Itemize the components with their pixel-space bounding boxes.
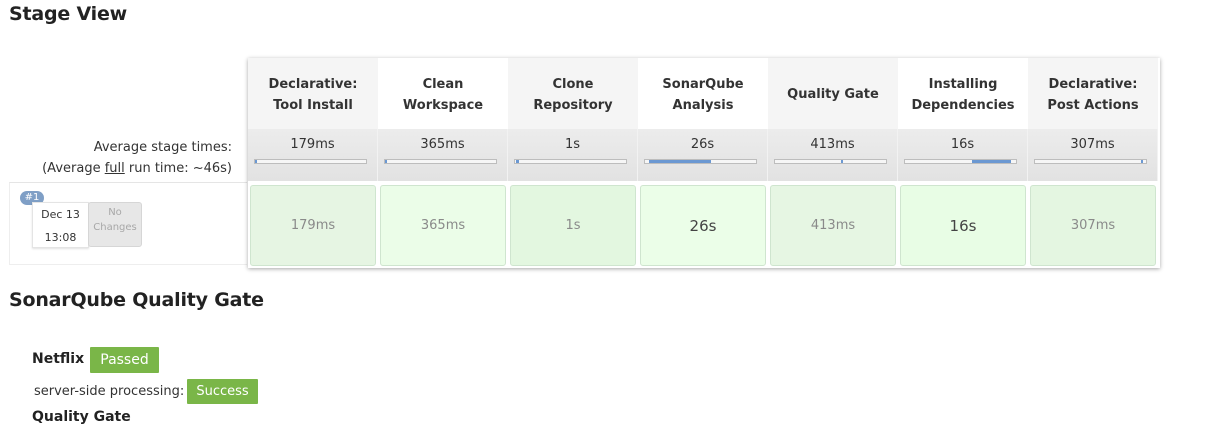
progress-bar [514, 159, 627, 164]
avg-time: 1s [564, 137, 581, 152]
progress-bar [1034, 159, 1147, 164]
stage-result-tool-install[interactable]: 179ms [250, 185, 376, 266]
stage-result-clean-workspace[interactable]: 365ms [380, 185, 506, 266]
build-time: 13:08 [44, 231, 77, 244]
avg-cell-post-actions: 307ms [1028, 129, 1158, 181]
stage-name-line2: Workspace [402, 97, 484, 113]
stage-result-quality-gate[interactable]: 413ms [770, 185, 896, 266]
stage-name-line1: SonarQube [662, 76, 744, 92]
quality-gate-status-badge[interactable]: Passed [90, 347, 159, 373]
stage-header-clean-workspace: Clean Workspace [378, 58, 508, 129]
progress-bar-fill [385, 160, 388, 163]
progress-bar-fill [516, 160, 519, 163]
changes-text-line1: No [108, 207, 122, 218]
avg-cell-clean-workspace: 365ms [378, 129, 508, 181]
average-stage-times-text: Average stage times: [93, 140, 232, 155]
average-run-time-text: (Average full run time: ~46s) [42, 158, 232, 179]
avg-cell-quality-gate: 413ms [768, 129, 898, 181]
build-stages-row: 179ms 365ms 1s 26s 413ms 16s 307ms [248, 183, 1158, 266]
stage-header-post-actions: Declarative: Post Actions [1028, 58, 1158, 129]
no-changes-box[interactable]: No Changes [88, 202, 142, 247]
changes-text-line2: Changes [93, 222, 137, 233]
stage-view-title: Stage View [9, 3, 128, 25]
stage-result-sonarqube-analysis[interactable]: 26s [640, 185, 766, 266]
avg-cell-clone-repository: 1s [508, 129, 638, 181]
stage-name-line1: Installing [928, 76, 998, 92]
progress-bar [254, 159, 367, 164]
stage-result-clone-repository[interactable]: 1s [510, 185, 636, 266]
progress-bar-fill [255, 160, 257, 163]
avg-cell-tool-install: 179ms [248, 129, 378, 181]
sonar-project-name: Netflix [32, 351, 85, 367]
build-date: Dec 13 [41, 208, 80, 221]
stage-name-line1: Quality Gate [787, 87, 879, 102]
full-run-time-link[interactable]: full [105, 161, 125, 176]
stage-name-line1: Declarative: [268, 76, 358, 92]
server-side-processing-label: server-side processing: [34, 384, 185, 399]
stage-name-line2: Dependencies [911, 97, 1015, 113]
avg-time: 16s [950, 137, 975, 152]
progress-bar-fill [972, 160, 1012, 163]
stage-result-installing-dependencies[interactable]: 16s [900, 185, 1026, 266]
progress-bar [644, 159, 757, 164]
stage-name-line2: Repository [533, 97, 613, 113]
build-history-row[interactable]: #1 Dec 13 13:08 No Changes [9, 182, 247, 265]
stage-view-table: Declarative: Tool Install Clean Workspace … [248, 58, 1160, 268]
average-times-label: Average stage times: (Average full run t… [42, 137, 232, 179]
avg-time: 365ms [420, 137, 465, 152]
stage-name-line2: Analysis [672, 97, 734, 113]
sonarqube-quality-gate-title: SonarQube Quality Gate [9, 289, 264, 311]
progress-bar-fill [1141, 160, 1143, 163]
stage-name-line2: Tool Install [273, 97, 353, 113]
progress-bar [384, 159, 497, 164]
processing-status-badge: Success [187, 379, 258, 404]
run-time-prefix: (Average [42, 161, 105, 176]
stage-name-line1: Clean [422, 76, 464, 92]
stage-header-quality-gate: Quality Gate [768, 58, 898, 129]
progress-bar [774, 159, 887, 164]
build-date-box[interactable]: Dec 13 13:08 [32, 202, 89, 248]
stage-header-installing-dependencies: Installing Dependencies [898, 58, 1028, 129]
avg-cell-sonarqube-analysis: 26s [638, 129, 768, 181]
stage-name-line1: Declarative: [1048, 76, 1138, 92]
stage-header-sonarqube-analysis: SonarQube Analysis [638, 58, 768, 129]
average-times-row: 179ms 365ms 1s 26s 413ms 16s 307ms [248, 129, 1158, 181]
progress-bar-fill [841, 160, 844, 163]
stage-name-line2: Post Actions [1047, 97, 1139, 113]
progress-bar [904, 159, 1017, 164]
stage-header-tool-install: Declarative: Tool Install [248, 58, 378, 129]
stage-header-clone-repository: Clone Repository [508, 58, 638, 129]
stage-name-line1: Clone [552, 76, 594, 92]
avg-time: 307ms [1070, 137, 1115, 152]
avg-cell-installing-dependencies: 16s [898, 129, 1028, 181]
stage-header-row: Declarative: Tool Install Clean Workspace … [248, 58, 1158, 129]
run-time-suffix: run time: ~46s) [124, 161, 232, 176]
avg-time: 179ms [290, 137, 335, 152]
progress-bar-fill [648, 160, 712, 163]
cut-off-heading: Quality Gate [32, 409, 131, 425]
avg-time: 26s [690, 137, 715, 152]
avg-time: 413ms [810, 137, 855, 152]
stage-result-post-actions[interactable]: 307ms [1030, 185, 1156, 266]
